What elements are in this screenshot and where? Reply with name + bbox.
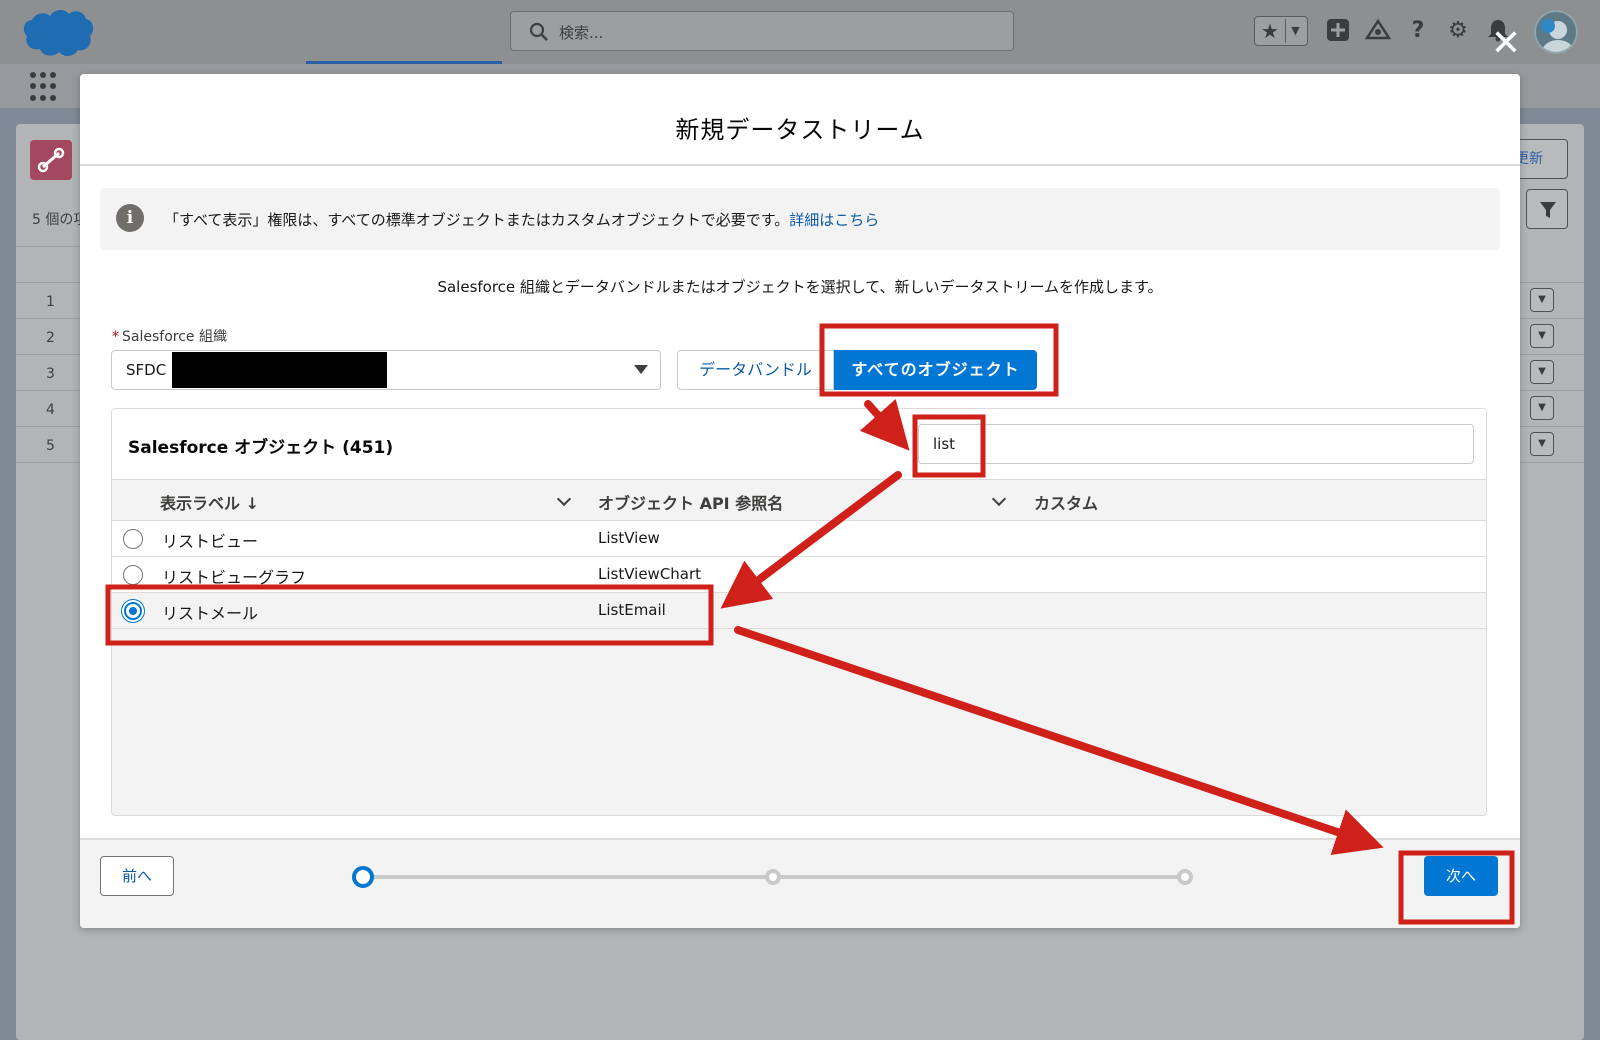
row-action-dropdown[interactable]: ▼ <box>1530 432 1554 456</box>
filter-button[interactable] <box>1526 189 1568 229</box>
org-label-text: Salesforce 組織 <box>122 329 227 345</box>
progress-step-3 <box>1177 869 1193 885</box>
org-select-value: SFDC <box>126 361 167 379</box>
divider <box>16 390 88 391</box>
row-action-dropdown[interactable]: ▼ <box>1530 324 1554 348</box>
data-stream-object-icon <box>30 140 72 180</box>
modal-title: 新規データストリーム <box>675 116 925 144</box>
avatar[interactable] <box>1534 10 1578 54</box>
row-label: リストビューグラフ <box>162 568 307 587</box>
divider <box>1518 390 1584 391</box>
modal-description: Salesforce 組織とデータバンドルまたはオブジェクトを選択して、新しいデ… <box>437 278 1163 296</box>
column-header-custom[interactable]: カスタム <box>1034 490 1098 514</box>
row-radio[interactable] <box>123 529 143 549</box>
row-radio[interactable] <box>123 565 143 585</box>
object-search-input[interactable]: list <box>918 424 1474 464</box>
divider <box>1518 426 1584 427</box>
close-icon[interactable]: ✕ <box>1486 24 1526 64</box>
help-icon[interactable]: ? <box>1402 14 1434 46</box>
add-icon[interactable] <box>1322 14 1354 46</box>
row-api-name: ListEmail <box>598 601 666 619</box>
info-banner: i 「すべて表示」権限は、すべての標準オブジェクトまたはカスタムオブジェクトで必… <box>100 188 1500 250</box>
info-text: 「すべて表示」権限は、すべての標準オブジェクトまたはカスタムオブジェクトで必要で… <box>164 209 879 230</box>
divider <box>16 462 88 463</box>
modal-footer: 前へ 次へ <box>80 838 1520 928</box>
modal-header: 新規データストリーム <box>80 74 1520 166</box>
row-action-dropdown[interactable]: ▼ <box>1530 360 1554 384</box>
column-header-label[interactable]: 表示ラベル ↓ <box>160 490 259 514</box>
favorites-button[interactable]: ★ ▼ <box>1254 16 1308 46</box>
chevron-down-icon[interactable]: ▼ <box>1285 19 1305 43</box>
filter-icon <box>1540 202 1556 218</box>
row-number: 4 <box>46 402 55 418</box>
progress-step-1 <box>352 866 374 888</box>
row-api-name: ListView <box>598 529 660 547</box>
chevron-down-icon[interactable] <box>991 491 1007 507</box>
column-header-api-name[interactable]: オブジェクト API 参照名 <box>598 490 783 514</box>
required-mark: * <box>112 329 119 345</box>
source-type-toggle: データバンドル すべてのオブジェクト <box>677 350 1037 390</box>
previous-button[interactable]: 前へ <box>100 856 174 896</box>
row-label: リストビュー <box>162 532 259 551</box>
next-button[interactable]: 次へ <box>1424 856 1498 896</box>
search-icon <box>529 22 548 41</box>
star-icon[interactable]: ★ <box>1258 19 1282 43</box>
object-search-value: list <box>933 435 956 453</box>
row-number: 2 <box>46 330 55 346</box>
row-action-dropdown[interactable]: ▼ <box>1530 288 1554 312</box>
row-number: 3 <box>46 366 55 382</box>
row-action-dropdown[interactable]: ▼ <box>1530 396 1554 420</box>
row-label: リストメール <box>162 604 259 623</box>
new-data-stream-modal: 新規データストリーム i 「すべて表示」権限は、すべての標準オブジェクトまたはカ… <box>80 74 1520 928</box>
chevron-down-icon <box>634 365 648 374</box>
divider <box>16 354 88 355</box>
object-picker-card: Salesforce オブジェクト (451) list 表示ラベル ↓ オブジ… <box>111 408 1487 816</box>
divider <box>16 318 88 319</box>
info-icon: i <box>116 204 144 232</box>
salesforce-org-select[interactable]: SFDC <box>111 350 661 390</box>
salesforce-logo <box>23 10 94 56</box>
table-row-selected[interactable]: リストメール ListEmail <box>112 593 1486 629</box>
table-row[interactable]: リストビュー ListView <box>112 521 1486 557</box>
row-api-name: ListViewChart <box>598 565 702 583</box>
table-header: 表示ラベル ↓ オブジェクト API 参照名 カスタム <box>112 479 1486 521</box>
row-number: 5 <box>46 438 55 454</box>
divider <box>1518 354 1584 355</box>
app-launcher-icon[interactable] <box>30 72 60 102</box>
info-message: 「すべて表示」権限は、すべての標準オブジェクトまたはカスタムオブジェクトで必要で… <box>164 211 790 229</box>
search-placeholder: 検索... <box>559 24 604 42</box>
global-search-input[interactable]: 検索... <box>510 11 1014 51</box>
trailhead-icon[interactable] <box>1362 14 1394 46</box>
object-picker-header: Salesforce オブジェクト (451) list <box>112 409 1486 479</box>
all-objects-button[interactable]: すべてのオブジェクト <box>834 350 1037 390</box>
chevron-down-icon[interactable] <box>556 491 572 507</box>
row-radio-checked[interactable] <box>124 602 142 620</box>
setup-gear-icon[interactable]: ⚙ <box>1442 14 1474 46</box>
data-bundle-button[interactable]: データバンドル <box>677 350 834 390</box>
progress-step-2 <box>765 869 781 885</box>
divider <box>16 426 88 427</box>
divider <box>1518 282 1584 283</box>
divider <box>16 282 88 283</box>
object-picker-title: Salesforce オブジェクト (451) <box>128 438 394 458</box>
row-number: 1 <box>46 294 55 310</box>
divider <box>16 246 88 247</box>
divider <box>1518 462 1584 463</box>
redacted-block <box>172 352 387 388</box>
org-field-label: * Salesforce 組織 <box>112 326 227 346</box>
learn-more-link[interactable]: 詳細はこちら <box>789 211 879 229</box>
table-row[interactable]: リストビューグラフ ListViewChart <box>112 557 1486 593</box>
divider <box>1518 318 1584 319</box>
